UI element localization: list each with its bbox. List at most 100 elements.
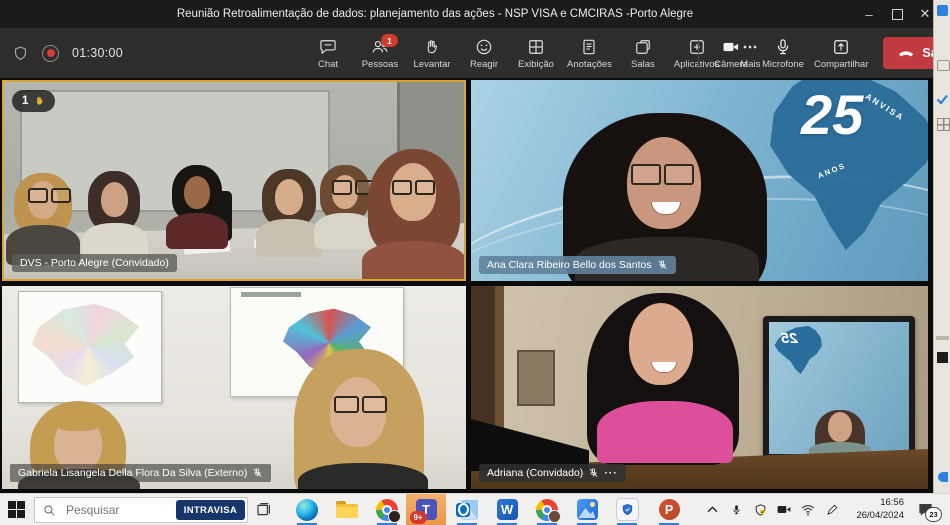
taskbar-app-file-explorer[interactable] [328, 494, 366, 525]
participant-name-label: Gabriela Lisangela Della Flora Da Silva … [10, 464, 271, 482]
edge-panel-app-icon [937, 5, 948, 16]
taskbar-app-powerpoint[interactable]: P [650, 494, 688, 525]
tray-microphone[interactable] [724, 494, 748, 525]
toolbar-button-salas[interactable]: Salas [617, 28, 669, 78]
task-view-button[interactable] [252, 494, 276, 525]
video-grid: 1 DVS - Porto Alegre (Convidado) 25 ANVI… [0, 78, 933, 493]
windows-taskbar: INTRAVISA T [0, 493, 950, 525]
scene-wall-art [517, 350, 555, 406]
powerpoint-icon: P [659, 499, 680, 520]
participant-name-label: Ana Clara Ribeiro Bello dos Santos [479, 256, 676, 274]
recording-indicator-icon [42, 45, 59, 62]
tray-network[interactable] [796, 494, 820, 525]
rooms-icon [633, 37, 653, 57]
chrome-profile-icon [536, 499, 558, 521]
taskbar-app-teams[interactable]: T 9+ [406, 494, 446, 525]
taskbar-app-outlook[interactable] [448, 494, 486, 525]
tray-shield-icon [754, 503, 767, 517]
security-shield-app-icon [616, 498, 639, 521]
tray-camera-icon [777, 504, 791, 515]
teams-icon: T 9+ [416, 499, 437, 520]
teams-meeting-window: Reunião Retroalimentação de dados: plane… [0, 0, 950, 525]
title-bar: Reunião Retroalimentação de dados: plane… [0, 0, 950, 28]
maximize-icon [892, 9, 903, 20]
chat-icon [318, 37, 338, 57]
tray-clock[interactable]: 16:56 26/04/2024 [842, 497, 904, 522]
toolbar-button-microfone[interactable]: Microfone [757, 28, 809, 78]
edge-panel-glyph [937, 60, 950, 71]
windows-glyph [937, 352, 948, 363]
raised-hand-icon [422, 37, 442, 57]
tray-time: 16:56 [842, 497, 904, 510]
intravisa-button[interactable]: INTRAVISA [176, 500, 245, 520]
hangup-phone-icon [897, 47, 915, 59]
outlook-icon [456, 500, 478, 520]
taskbar-app-security[interactable] [608, 494, 646, 525]
toolbar-button-camera[interactable]: Câmera [705, 28, 757, 78]
taskbar-app-chrome[interactable] [368, 494, 406, 525]
taskbar-app-chrome-profile[interactable] [528, 494, 566, 525]
taskbar-search[interactable]: INTRAVISA [34, 497, 248, 523]
mic-muted-icon [657, 259, 668, 271]
word-icon: W [497, 499, 518, 520]
tray-windows-security[interactable] [748, 494, 772, 525]
search-icon [43, 504, 56, 517]
raised-hand-emoji-icon [33, 94, 46, 108]
wifi-icon [801, 504, 815, 516]
checkmark-icon [936, 92, 949, 110]
profile-avatar [388, 510, 401, 523]
meeting-title: Reunião Retroalimentação de dados: plane… [0, 0, 870, 28]
tray-notifications[interactable]: 23 [908, 494, 942, 525]
camera-icon [721, 37, 741, 57]
toolbar-button-reagir[interactable]: Reagir [458, 28, 510, 78]
close-icon: ✕ [920, 6, 931, 22]
search-input[interactable] [64, 502, 176, 518]
notes-icon [579, 37, 599, 57]
tray-microphone-icon [731, 503, 742, 517]
taskbar-app-edge[interactable] [288, 494, 326, 525]
taskbar-app-word[interactable]: W [488, 494, 526, 525]
toolbar-button-chat[interactable]: Chat [302, 28, 354, 78]
edge-panel[interactable] [933, 0, 950, 493]
toolbar-button-anotacoes[interactable]: Anotações [562, 28, 617, 78]
pen-icon [826, 504, 838, 516]
photos-icon [577, 499, 598, 520]
mic-muted-icon [252, 467, 263, 479]
video-tile-dvs-porto-alegre[interactable]: 1 DVS - Porto Alegre (Convidado) [2, 80, 466, 281]
microphone-icon [773, 37, 793, 57]
share-icon [831, 37, 851, 57]
anvisa-25-logo: 25 [801, 82, 863, 147]
video-tile-ana-clara[interactable]: 25 ANVISA ANOS Ana Clara Ribeiro Bello d… [471, 80, 928, 281]
tile-more-options[interactable]: ··· [604, 467, 618, 479]
toolbar-button-pessoas[interactable]: Pessoas 1 [354, 28, 406, 78]
tray-camera-in-use[interactable] [772, 494, 796, 525]
video-tile-gabriela[interactable]: Gabriela Lisangela Della Flora Da Silva … [2, 286, 466, 489]
profile-avatar [548, 510, 561, 523]
pessoas-count-badge: 1 [381, 34, 398, 47]
toolbar-divider [698, 40, 699, 66]
meeting-timer: 01:30:00 [72, 46, 123, 60]
participant-name-label: Adriana (Convidado) ··· [479, 464, 626, 482]
chevron-up-icon [707, 506, 718, 513]
taskbar-app-photos[interactable] [568, 494, 606, 525]
minimize-icon: – [865, 7, 872, 22]
chrome-icon [376, 499, 398, 521]
tray-show-hidden-icons[interactable] [700, 494, 724, 525]
security-shield-icon [12, 44, 29, 63]
tray-date: 26/04/2024 [842, 510, 904, 523]
toolbar-button-levantar[interactable]: Levantar [406, 28, 458, 78]
raised-hands-badge: 1 [12, 90, 55, 112]
scene-monitor: 25 [763, 316, 915, 462]
react-smiley-icon [474, 37, 494, 57]
toolbar-button-exibicao[interactable]: Exibição [510, 28, 562, 78]
participant-name-label: DVS - Porto Alegre (Convidado) [12, 254, 177, 272]
file-explorer-icon [336, 501, 358, 518]
video-tile-adriana[interactable]: 25 Adriana (Convidado) [471, 286, 928, 489]
tray-pen[interactable] [820, 494, 844, 525]
view-grid-icon [526, 37, 546, 57]
mic-muted-icon [588, 467, 599, 479]
scene-map-frame [18, 291, 162, 403]
toolbar-button-compartilhar[interactable]: Compartilhar [809, 28, 873, 78]
teams-notification-badge: 9+ [410, 511, 427, 524]
start-button[interactable] [8, 501, 25, 518]
